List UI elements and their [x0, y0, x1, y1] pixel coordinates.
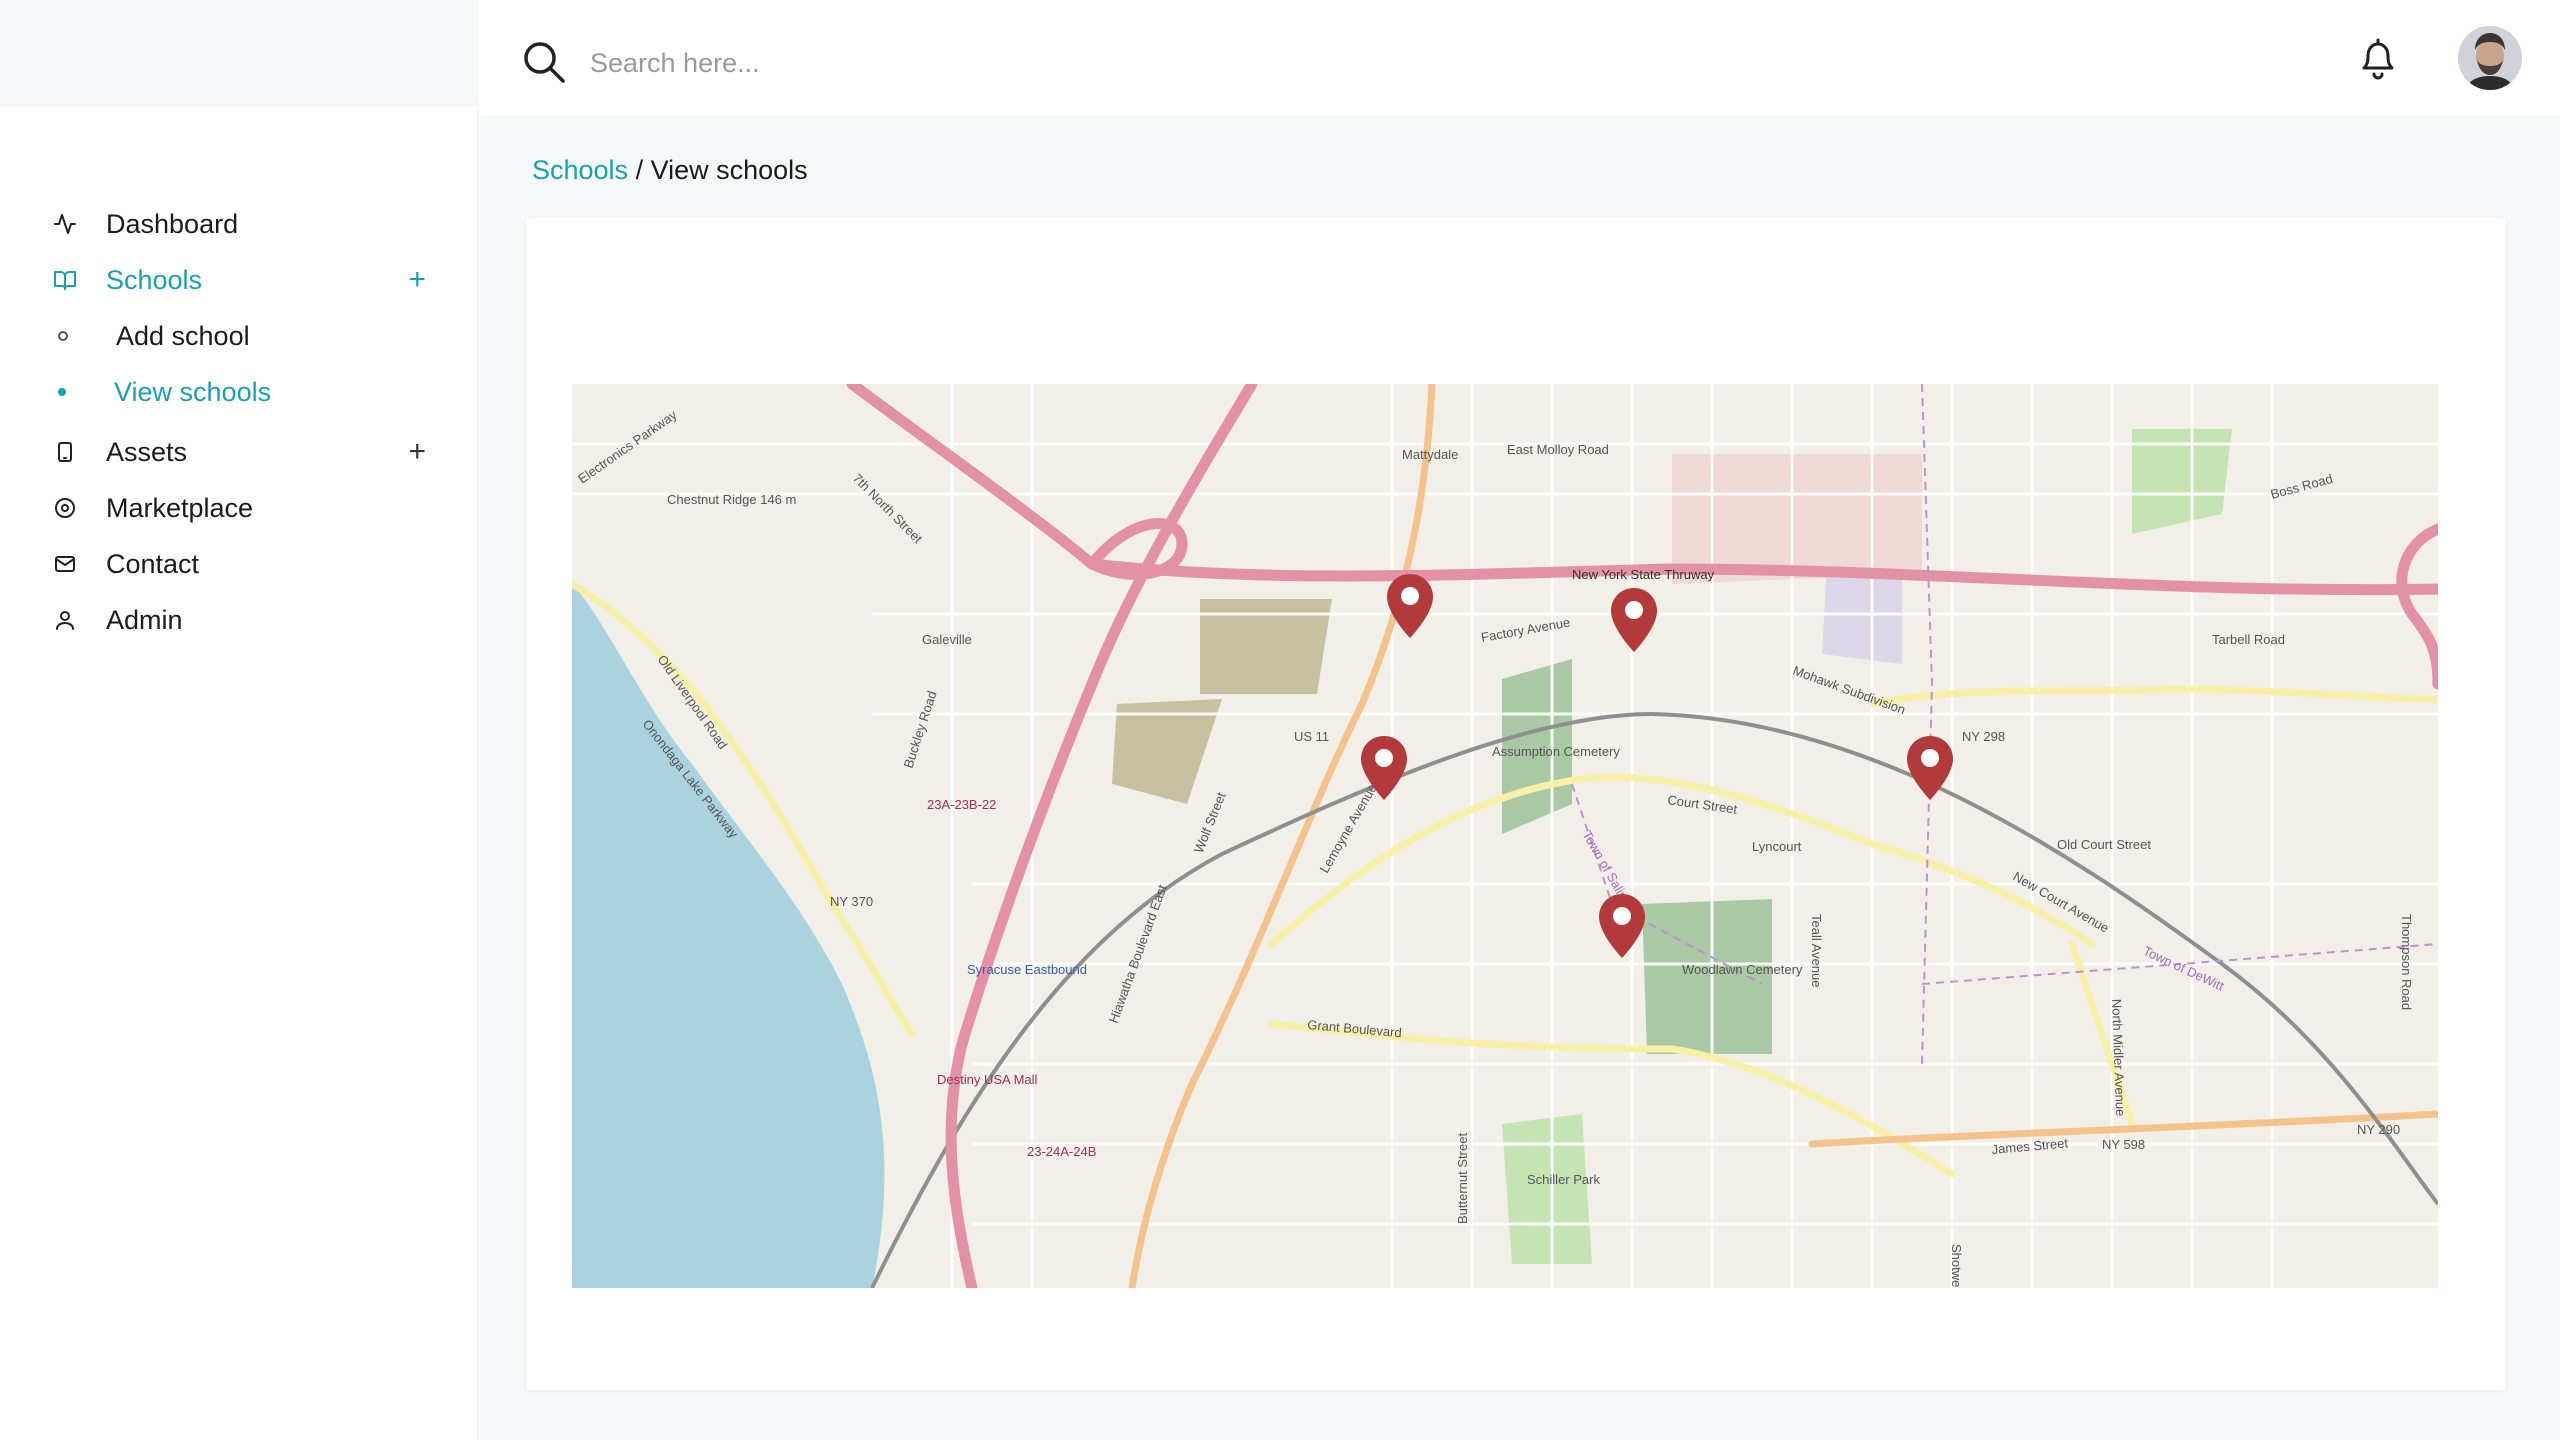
breadcrumb-separator: /: [628, 155, 651, 185]
sidebar-item-label: Admin: [106, 604, 183, 635]
school-marker[interactable]: [1608, 586, 1660, 654]
map-label: New York State Thruway: [1572, 567, 1715, 582]
sidebar-item-assets[interactable]: Assets +: [0, 424, 478, 480]
sidebar-item-label: Marketplace: [106, 492, 254, 523]
breadcrumb: Schools / View schools: [532, 155, 808, 186]
bullet-icon: [58, 331, 68, 341]
map-label: Thompson Road: [2399, 914, 2414, 1010]
bullet-icon: [58, 388, 66, 396]
search-input[interactable]: [590, 40, 1290, 86]
sidebar-item-contact[interactable]: Contact: [0, 536, 478, 592]
map-label: NY 598: [2102, 1137, 2145, 1152]
map-tiles: Electronics Parkway Chestnut Ridge 146 m…: [572, 384, 2438, 1288]
sidebar-item-label: Schools: [106, 264, 203, 295]
map-label: Chestnut Ridge 146 m: [667, 492, 796, 507]
map-label: NY 290: [2357, 1122, 2400, 1137]
map-label: Old Court Street: [2057, 837, 2151, 852]
expand-plus-icon[interactable]: +: [408, 263, 426, 297]
sidebar-item-marketplace[interactable]: Marketplace: [0, 480, 478, 536]
map-label: Galeville: [922, 632, 972, 647]
map-label: Woodlawn Cemetery: [1682, 962, 1803, 977]
map-label: 23A-23B-22: [927, 797, 996, 812]
map-label: Butternut Street: [1455, 1133, 1470, 1224]
sidebar-item-schools[interactable]: Schools +: [0, 252, 478, 308]
map-label: Assumption Cemetery: [1492, 744, 1620, 759]
map-label: Syracuse Eastbound: [967, 962, 1087, 977]
search-icon[interactable]: [522, 40, 566, 84]
breadcrumb-link-schools[interactable]: Schools: [532, 155, 628, 185]
map-label: Lyncourt: [1752, 839, 1802, 854]
sidebar-item-label: Assets: [106, 436, 188, 467]
sidebar-subitem-label: Add school: [116, 320, 250, 351]
map-label: 23-24A-24B: [1027, 1144, 1096, 1159]
book-icon: [52, 267, 78, 293]
top-header: [478, 0, 2560, 114]
map-label: NY 298: [1962, 729, 2005, 744]
school-marker[interactable]: [1904, 734, 1956, 802]
sidebar-item-label: Dashboard: [106, 208, 239, 239]
sidebar-nav: Dashboard Schools + Add school View scho…: [0, 196, 478, 648]
map-label: Teall Avenue: [1809, 914, 1824, 988]
activity-icon: [52, 211, 78, 237]
map-label: NY 370: [830, 894, 873, 909]
tablet-icon: [52, 439, 78, 465]
sidebar-item-label: Contact: [106, 548, 200, 579]
content-card: Electronics Parkway Chestnut Ridge 146 m…: [526, 218, 2506, 1390]
map-label: Shotwell Park: [1949, 1244, 1964, 1288]
school-marker[interactable]: [1596, 892, 1648, 960]
avatar[interactable]: [2458, 26, 2522, 90]
school-marker[interactable]: [1384, 572, 1436, 640]
map-label: East Molloy Road: [1507, 442, 1609, 457]
map-label: Tarbell Road: [2212, 632, 2285, 647]
breadcrumb-current: View schools: [650, 155, 808, 185]
map-label: Schiller Park: [1527, 1172, 1600, 1187]
schools-map[interactable]: Electronics Parkway Chestnut Ridge 146 m…: [572, 384, 2438, 1288]
bell-icon[interactable]: [2356, 34, 2400, 82]
sidebar: Dashboard Schools + Add school View scho…: [0, 0, 478, 1440]
expand-plus-icon[interactable]: +: [408, 435, 426, 469]
map-label: US 11: [1294, 729, 1329, 744]
target-icon: [52, 495, 78, 521]
map-label: Mattydale: [1402, 447, 1458, 462]
user-icon: [52, 607, 78, 633]
school-marker[interactable]: [1358, 734, 1410, 802]
map-label: Destiny USA Mall: [937, 1072, 1038, 1087]
sidebar-item-dashboard[interactable]: Dashboard: [0, 196, 478, 252]
logo-area: [0, 0, 477, 106]
sidebar-subitem-label: View schools: [114, 376, 272, 407]
sidebar-subitem-view-schools[interactable]: View schools: [0, 364, 478, 420]
sidebar-item-admin[interactable]: Admin: [0, 592, 478, 648]
sidebar-subitem-add-school[interactable]: Add school: [0, 308, 478, 364]
mail-icon: [52, 551, 78, 577]
